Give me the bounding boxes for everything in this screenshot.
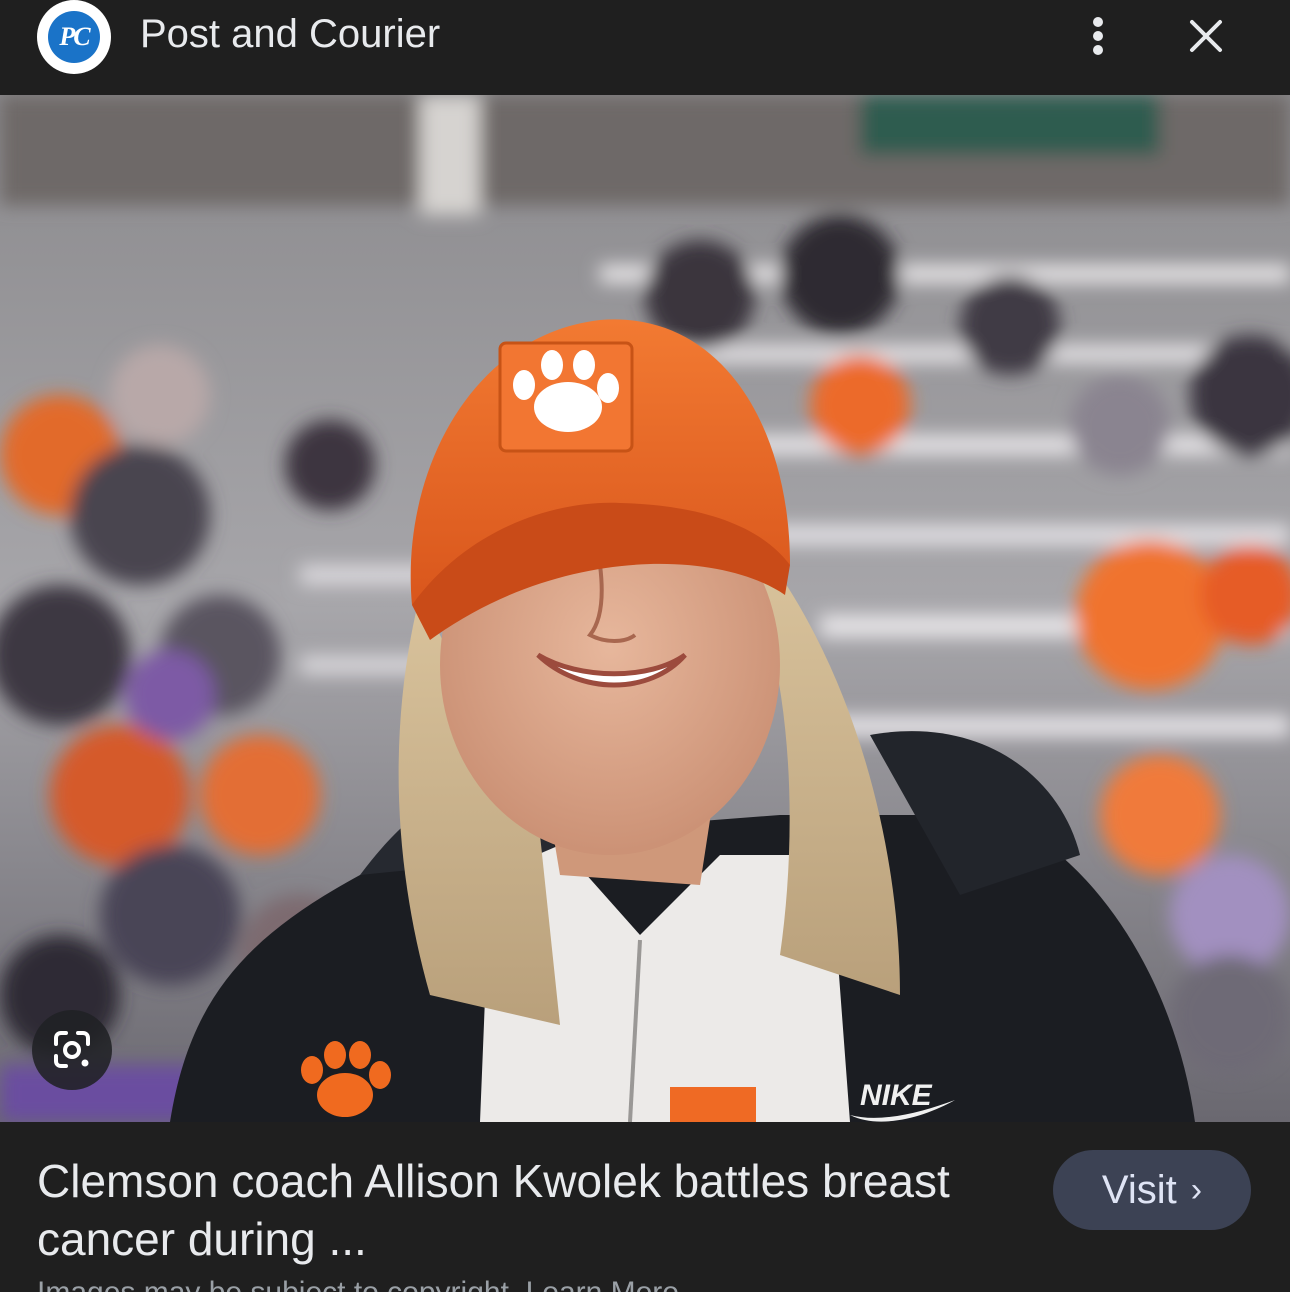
article-image[interactable]: NIKE (0, 95, 1290, 1122)
source-favicon[interactable]: PC (37, 0, 111, 74)
google-lens-button[interactable] (32, 1010, 112, 1090)
close-button[interactable] (1180, 10, 1232, 62)
svg-text:NIKE: NIKE (860, 1079, 933, 1112)
more-vert-icon (1093, 17, 1103, 55)
close-icon (1190, 20, 1222, 52)
viewer-header: PC Post and Courier (0, 0, 1290, 95)
post-and-courier-logo: PC (48, 11, 100, 63)
source-title[interactable]: Post and Courier (140, 12, 440, 57)
visit-label: Visit (1101, 1167, 1177, 1212)
copyright-notice[interactable]: Images may be subject to copyright. Lear… (37, 1276, 1137, 1292)
image-caption-title[interactable]: Clemson coach Allison Kwolek battles bre… (37, 1152, 1027, 1268)
google-lens-icon (54, 1031, 90, 1068)
chevron-right-icon: › (1190, 1170, 1203, 1209)
coach-photo-illustration: NIKE (0, 95, 1290, 1122)
more-options-button[interactable] (1078, 12, 1118, 60)
visit-button[interactable]: Visit › (1053, 1150, 1251, 1230)
